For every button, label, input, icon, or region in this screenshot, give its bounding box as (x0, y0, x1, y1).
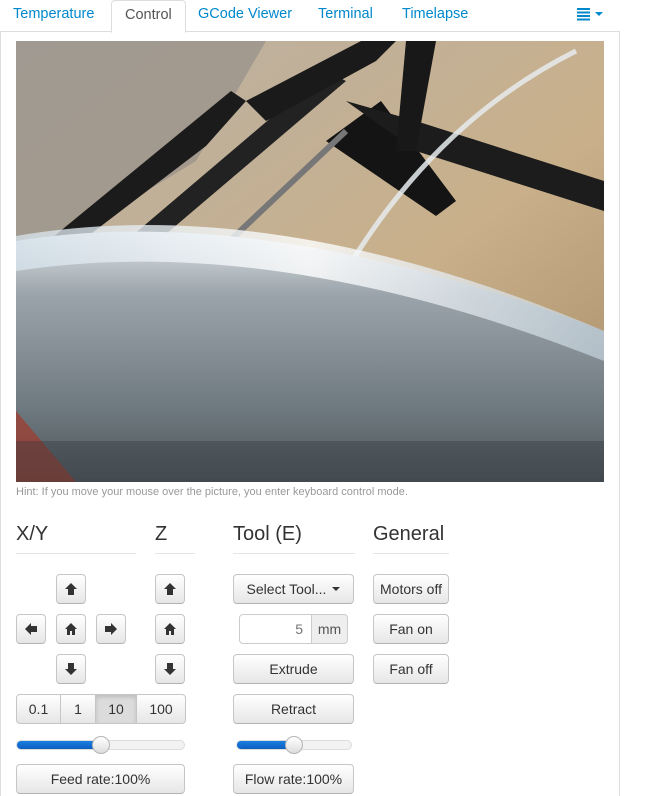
fan-on-button[interactable]: Fan on (373, 614, 449, 644)
jog-y-plus-button[interactable] (56, 574, 86, 604)
keyboard-control-hint: Hint: If you move your mouse over the pi… (16, 486, 408, 498)
feed-rate-slider-fill (17, 741, 101, 749)
arrow-right-icon (105, 623, 117, 635)
home-z-button[interactable] (155, 614, 185, 644)
flow-rate-slider[interactable] (236, 736, 352, 754)
section-title-xy: X/Y (16, 520, 136, 554)
tab-control[interactable]: Control (111, 0, 186, 33)
feed-rate-slider[interactable] (16, 736, 185, 754)
tab-temperature[interactable]: Temperature (0, 0, 107, 32)
jog-z-minus-button[interactable] (155, 654, 185, 684)
extrude-amount-unit: mm (312, 614, 348, 644)
tab-terminal[interactable]: Terminal (305, 0, 386, 32)
retract-button[interactable]: Retract (233, 694, 354, 724)
extrude-button[interactable]: Extrude (233, 654, 354, 684)
arrow-down-icon (65, 663, 77, 675)
section-title-tool: Tool (E) (233, 520, 355, 554)
home-icon (65, 623, 77, 635)
jog-x-minus-button[interactable] (16, 614, 46, 644)
section-title-z: Z (155, 520, 195, 554)
jog-y-minus-button[interactable] (56, 654, 86, 684)
jog-z-plus-button[interactable] (155, 574, 185, 604)
tab-bar: Temperature Control GCode Viewer Termina… (0, 0, 620, 33)
extrude-amount-field: mm (239, 614, 348, 644)
home-icon (164, 623, 176, 635)
step-0.1-button[interactable]: 0.1 (16, 694, 61, 724)
feed-rate-slider-handle[interactable] (92, 736, 110, 754)
arrow-up-icon (65, 583, 77, 595)
flow-rate-button[interactable]: Flow rate:100% (233, 764, 354, 794)
tab-dropdown-menu[interactable] (568, 0, 612, 32)
arrow-left-icon (25, 623, 37, 635)
caret-down-icon (332, 587, 341, 591)
webcam-stream[interactable] (16, 41, 604, 482)
tab-gcode-viewer[interactable]: GCode Viewer (185, 0, 305, 32)
fan-off-button[interactable]: Fan off (373, 654, 449, 684)
jog-x-plus-button[interactable] (96, 614, 126, 644)
step-100-button[interactable]: 100 (136, 694, 186, 724)
select-tool-label: Select Tool... (246, 581, 327, 597)
section-title-general: General (373, 520, 449, 554)
feed-rate-button[interactable]: Feed rate:100% (16, 764, 185, 794)
flow-rate-slider-handle[interactable] (285, 736, 303, 754)
step-1-button[interactable]: 1 (60, 694, 96, 724)
step-10-button[interactable]: 10 (95, 694, 137, 724)
step-size-group: 0.1 1 10 100 (16, 694, 186, 724)
list-icon (577, 8, 603, 21)
arrow-down-icon (164, 663, 176, 675)
tab-timelapse[interactable]: Timelapse (389, 0, 481, 32)
extrude-amount-input[interactable] (239, 614, 312, 644)
motors-off-button[interactable]: Motors off (373, 574, 449, 604)
home-xy-button[interactable] (56, 614, 86, 644)
select-tool-dropdown[interactable]: Select Tool... (233, 574, 354, 604)
arrow-up-icon (164, 583, 176, 595)
